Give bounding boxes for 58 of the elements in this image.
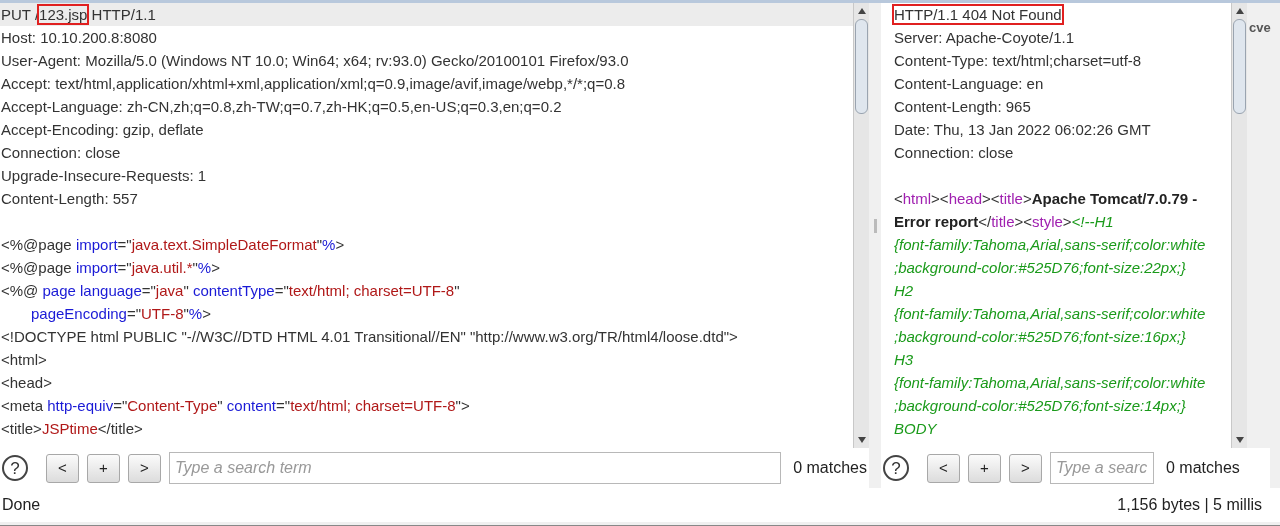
previous-button[interactable]: <: [46, 453, 79, 483]
code-line: ;background-color:#525D76;font-size:16px;}: [893, 327, 1187, 347]
response-size: 1,156 bytes | 5 millis: [1117, 495, 1262, 515]
code-line: {font-family:Tahoma,Arial,sans-serif;color:white: [893, 235, 1207, 255]
code-line: <title>JSPtime</title>: [0, 419, 144, 439]
code-line: {font-family:Tahoma,Arial,sans-serif;color:white: [893, 373, 1207, 393]
match-count: 0 matches: [793, 458, 867, 478]
side-label: cve: [1249, 20, 1271, 35]
code-line: {font-family:Tahoma,Arial,sans-serif;color:white: [893, 304, 1207, 324]
match-count: 0 matches: [1166, 458, 1240, 478]
code-line: <!DOCTYPE html PUBLIC "-//W3C//DTD HTML 4.01 Transitional//EN" "http://www.w3.org/TR/html4/loose.dtd">: [0, 327, 739, 347]
code-line: <head>: [0, 373, 53, 393]
code-line: Accept: text/html,application/xhtml+xml,application/xml;q=0.9,image/avif,image/webp,*/*;q=0.8: [0, 74, 627, 94]
code-line: <html>: [0, 350, 48, 370]
code-line: Connection: close: [893, 143, 1015, 163]
up-arrow-icon: [1235, 8, 1244, 14]
down-arrow-icon: [1235, 437, 1244, 443]
code-line: <meta http-equiv="Content-Type" content="text/html; charset=UTF-8">: [0, 396, 471, 416]
code-line: Content-Language: en: [893, 74, 1045, 94]
code-line: Error report</title><style><!--H1: [893, 212, 1115, 232]
search-field[interactable]: Type a search term: [169, 452, 782, 484]
code-line: Accept-Encoding: gzip, deflate: [0, 120, 205, 140]
code-line: BODY: [893, 419, 938, 439]
scrollbar[interactable]: [853, 3, 869, 448]
help-button[interactable]: ?: [883, 455, 909, 481]
code-line: Content-Length: 557: [0, 189, 139, 209]
up-arrow-icon: [857, 8, 866, 14]
code-line: Host: 10.10.200.8:8080: [0, 28, 158, 48]
code-line: Server: Apache-Coyote/1.1: [893, 28, 1076, 48]
code-line: pageEncoding="UTF-8"%>: [30, 304, 212, 324]
down-arrow-icon: [857, 437, 866, 443]
code-line: Content-Type: text/html;charset=utf-8: [893, 51, 1143, 71]
code-line: User-Agent: Mozilla/5.0 (Windows NT 10.0; Win64; x64; rv:93.0) Gecko/20100101 Firefox/93.0: [0, 51, 630, 71]
scrollbar-thumb[interactable]: [1233, 19, 1246, 114]
next-button[interactable]: >: [128, 453, 161, 483]
code-line: Accept-Language: zh-CN,zh;q=0.8,zh-TW;q=0.7,zh-HK;q=0.5,en-US;q=0.3,en;q=0.2: [0, 97, 563, 117]
next-button[interactable]: >: [1009, 453, 1042, 483]
previous-button[interactable]: <: [927, 453, 960, 483]
code-line: H2: [893, 281, 915, 301]
code-line: Content-Length: 965: [893, 97, 1032, 117]
code-line: Upgrade-Insecure-Requests: 1: [0, 166, 208, 186]
add-button[interactable]: +: [968, 453, 1001, 483]
code-line: HTTP/1.1 404 Not Found: [893, 5, 1063, 25]
code-line: H3: [893, 350, 915, 370]
scrollbar-thumb[interactable]: [855, 19, 868, 114]
add-button[interactable]: +: [87, 453, 120, 483]
code-line: Connection: close: [0, 143, 122, 163]
code-line: <%@page import="java.util.*"%>: [0, 258, 221, 278]
code-line: <%@page import="java.text.SimpleDateFormat"%>: [0, 235, 346, 255]
search-field[interactable]: Type a searc: [1050, 452, 1154, 484]
code-line: <html><head><title>Apache Tomcat/7.0.79 -: [893, 189, 1199, 209]
code-line: Date: Thu, 13 Jan 2022 06:02:26 GMT: [893, 120, 1152, 140]
help-button[interactable]: ?: [2, 455, 28, 481]
code-line: <%@ page language="java" contentType="text/html; charset=UTF-8": [0, 281, 461, 301]
code-line: ;background-color:#525D76;font-size:14px;}: [893, 396, 1187, 416]
code-line: ;background-color:#525D76;font-size:22px;}: [893, 258, 1187, 278]
status-text: Done: [2, 495, 41, 515]
scrollbar[interactable]: [1231, 3, 1247, 448]
